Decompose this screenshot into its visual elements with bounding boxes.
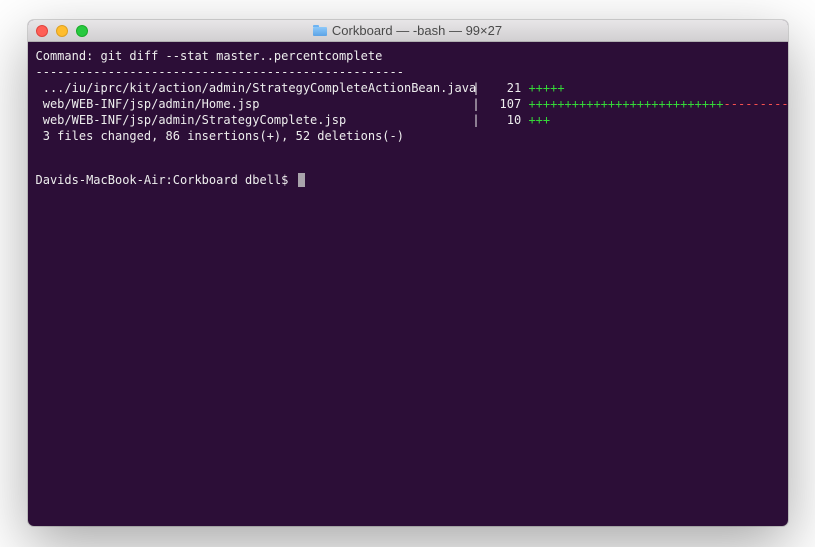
cursor: [298, 173, 305, 187]
close-button[interactable]: [36, 25, 48, 37]
bar-sep: |: [470, 112, 482, 128]
diff-row: web/WEB-INF/jsp/admin/Home.jsp | 107 +++…: [36, 96, 780, 112]
change-count: 21: [489, 80, 521, 96]
command-label: Command:: [36, 49, 94, 63]
diff-row: .../iu/iprc/kit/action/admin/StrategyCom…: [36, 80, 780, 96]
maximize-button[interactable]: [76, 25, 88, 37]
bar-sep: |: [470, 80, 482, 96]
command-line: Command: git diff --stat master..percent…: [36, 48, 780, 64]
minimize-button[interactable]: [56, 25, 68, 37]
insertions: +++++: [528, 81, 564, 95]
file-path: web/WEB-INF/jsp/admin/Home.jsp: [43, 96, 463, 112]
change-count: 10: [489, 112, 521, 128]
command-text: git diff --stat master..percentcomplete: [101, 49, 383, 63]
terminal-body[interactable]: Command: git diff --stat master..percent…: [28, 42, 788, 526]
window-title-text: Corkboard — -bash — 99×27: [332, 23, 502, 38]
terminal-window: Corkboard — -bash — 99×27 Command: git d…: [28, 20, 788, 526]
insertions: +++++++++++++++++++++++++++: [528, 97, 723, 111]
bar-sep: |: [470, 96, 482, 112]
diff-summary: 3 files changed, 86 insertions(+), 52 de…: [36, 128, 780, 144]
deletions: -------------: [724, 97, 788, 111]
folder-icon: [313, 25, 327, 36]
window-title: Corkboard — -bash — 99×27: [28, 23, 788, 38]
file-path: .../iu/iprc/kit/action/admin/StrategyCom…: [43, 80, 463, 96]
traffic-lights: [36, 25, 88, 37]
insertions: +++: [528, 113, 550, 127]
diff-row: web/WEB-INF/jsp/admin/StrategyComplete.j…: [36, 112, 780, 128]
prompt-text: Davids-MacBook-Air:Corkboard dbell$: [36, 173, 289, 187]
summary-text: 3 files changed, 86 insertions(+), 52 de…: [43, 129, 404, 143]
prompt-line: Davids-MacBook-Air:Corkboard dbell$: [36, 172, 780, 188]
titlebar: Corkboard — -bash — 99×27: [28, 20, 788, 42]
rule-line: ----------------------------------------…: [36, 64, 780, 80]
change-count: 107: [489, 96, 521, 112]
file-path: web/WEB-INF/jsp/admin/StrategyComplete.j…: [43, 112, 463, 128]
